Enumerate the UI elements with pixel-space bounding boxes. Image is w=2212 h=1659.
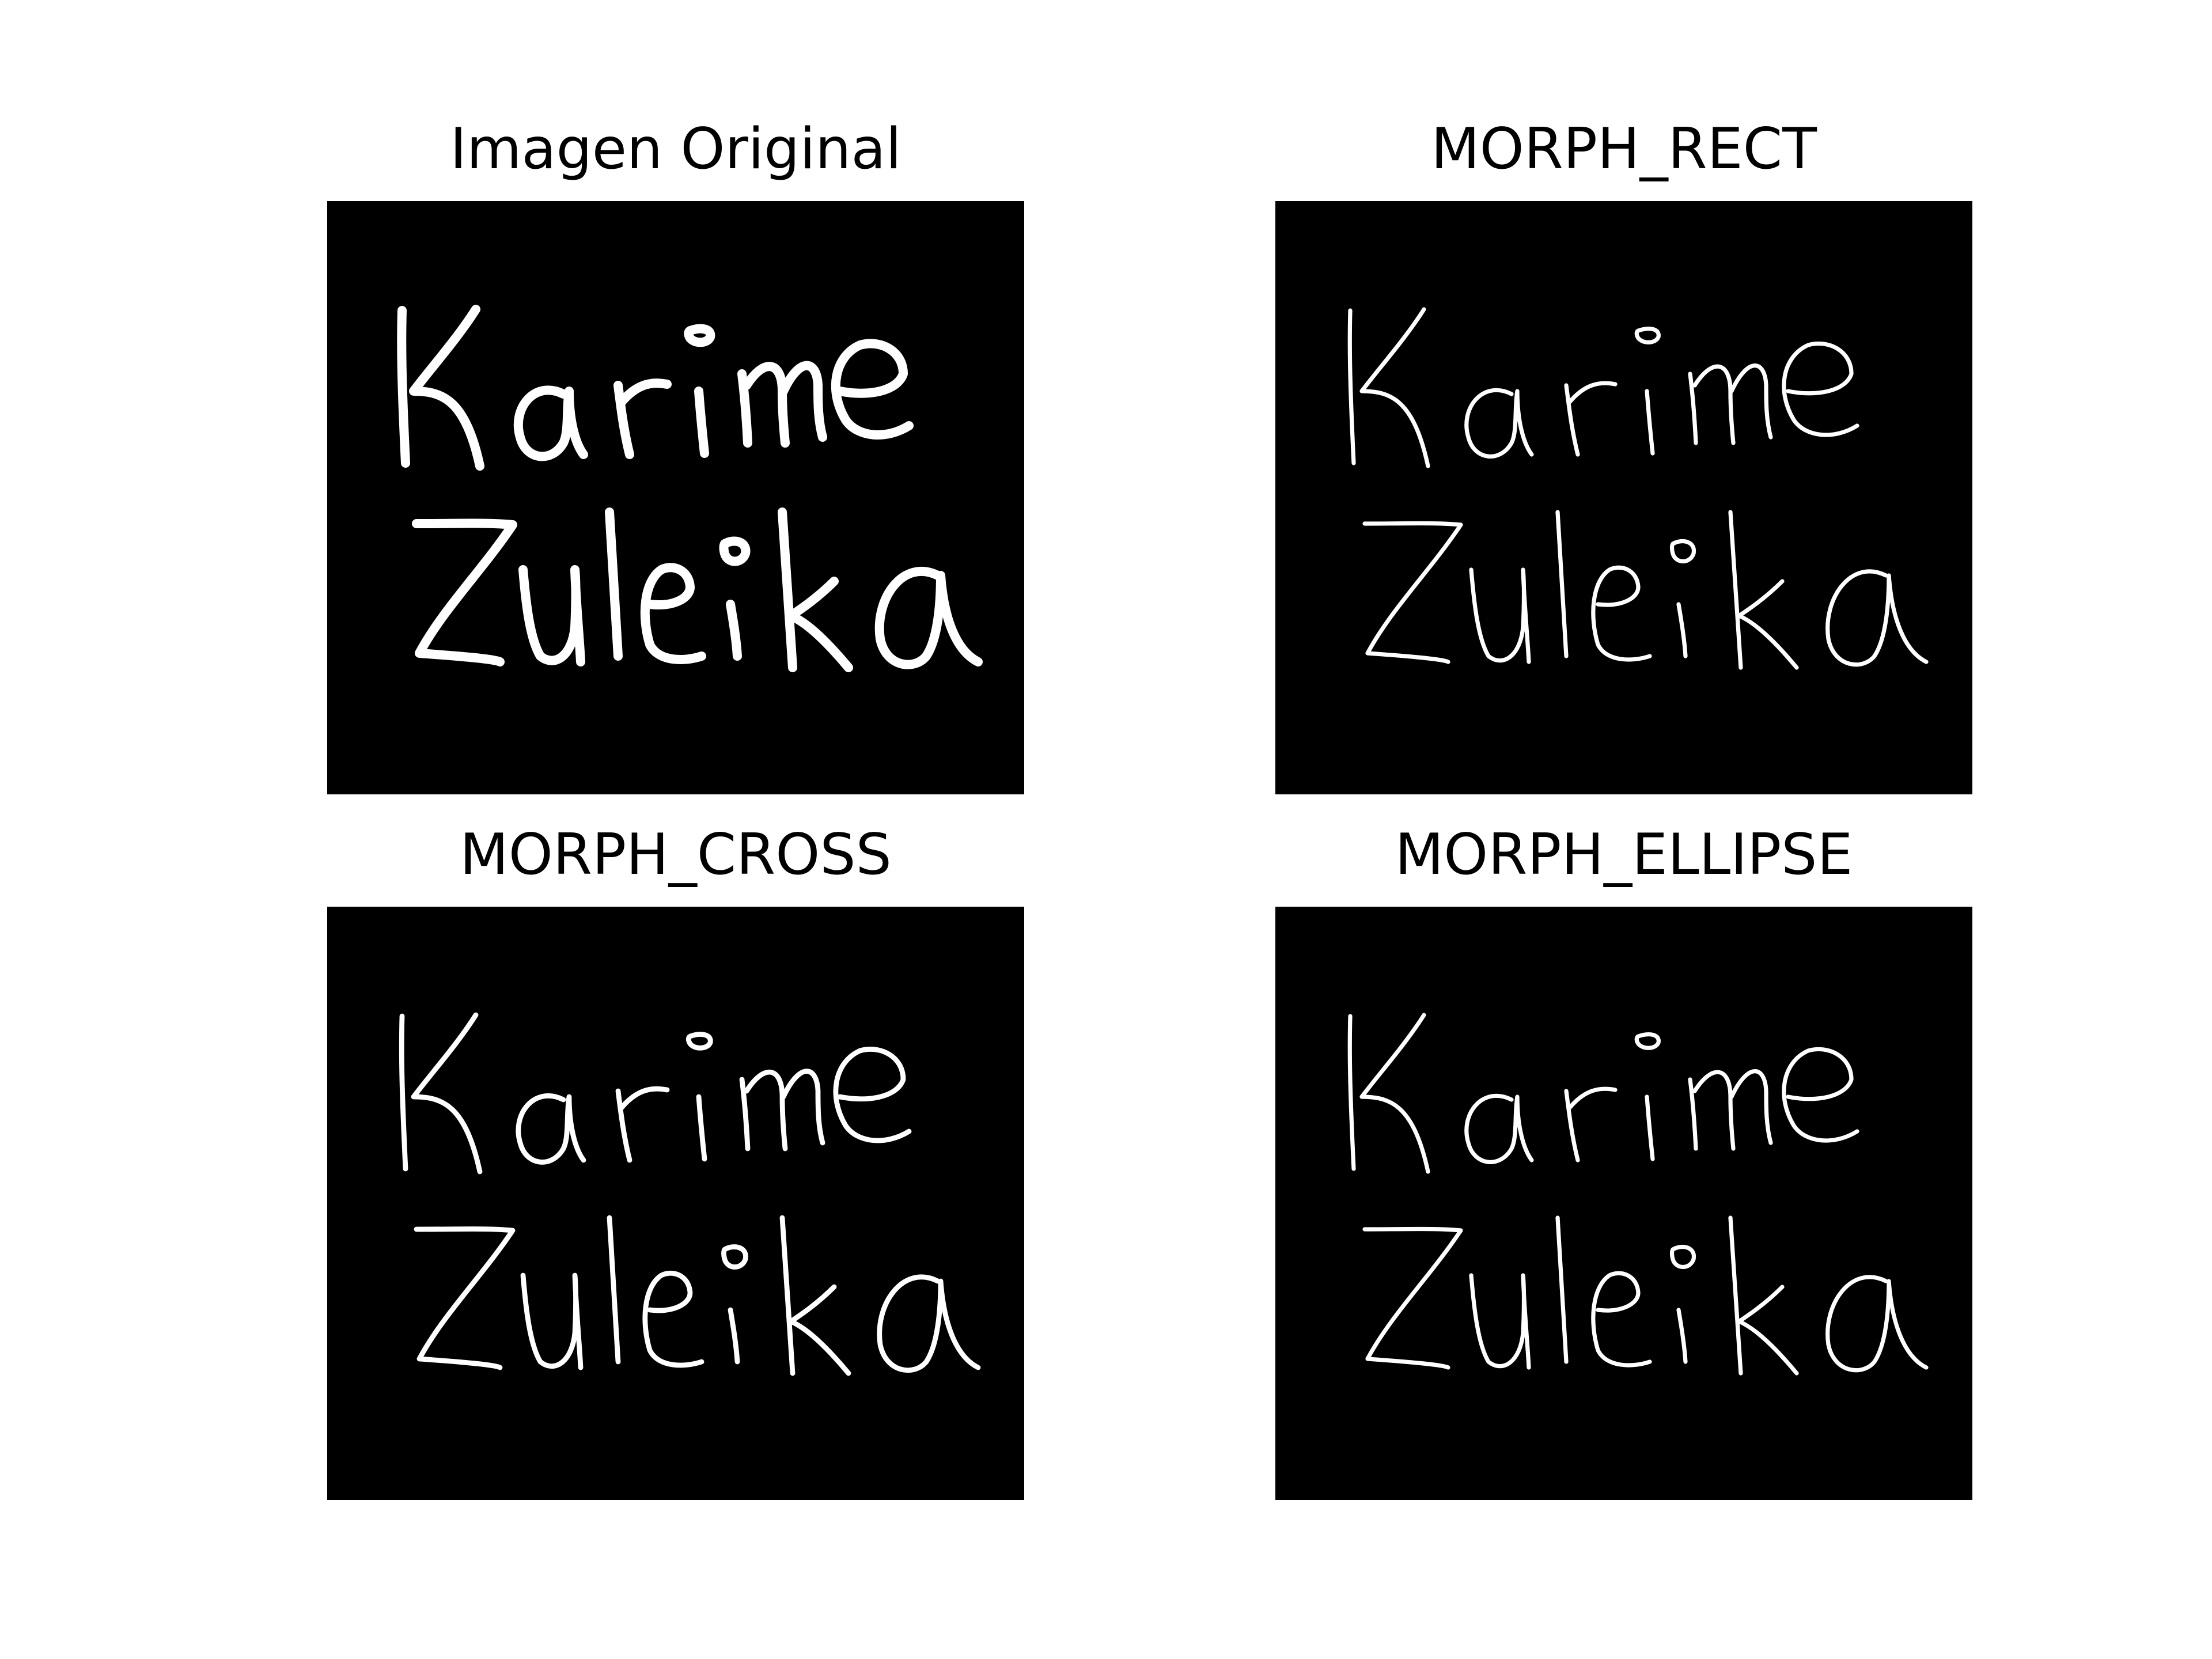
ink-stroke xyxy=(1825,569,1929,667)
ink-stroke xyxy=(411,1012,483,1175)
ink-stroke xyxy=(516,1093,586,1165)
handwriting-image xyxy=(327,907,1024,1500)
ink-stroke xyxy=(1634,1032,1661,1161)
ink-stroke xyxy=(642,1271,704,1368)
ink-stroke xyxy=(685,1032,713,1162)
handwriting-image xyxy=(327,201,1024,794)
handwriting-strokes xyxy=(1347,307,1929,670)
ink-stroke xyxy=(874,567,983,669)
ink-stroke xyxy=(1469,567,1531,664)
panel-title: MORPH_ELLIPSE xyxy=(1395,822,1853,888)
ink-stroke xyxy=(684,324,715,458)
ink-stroke xyxy=(1782,1047,1859,1143)
ink-stroke xyxy=(778,507,853,672)
ink-stroke xyxy=(831,339,914,440)
ink-stroke xyxy=(1825,1275,1929,1373)
panel-title: Imagen Original xyxy=(450,116,902,182)
ink-stroke xyxy=(1359,1013,1430,1174)
ink-stroke xyxy=(779,1215,851,1376)
ink-stroke xyxy=(1634,327,1661,456)
ink-stroke xyxy=(615,1086,670,1163)
ink-stroke xyxy=(1669,539,1696,658)
ink-stroke xyxy=(518,565,585,666)
ink-stroke xyxy=(1362,1226,1463,1370)
ink-stroke xyxy=(1555,1215,1569,1364)
ink-stroke xyxy=(412,518,517,666)
ink-stroke xyxy=(1688,363,1773,445)
handwriting-strokes xyxy=(397,305,983,672)
ink-stroke xyxy=(414,1226,516,1370)
ink-stroke xyxy=(640,563,706,664)
ink-stroke xyxy=(1347,1014,1356,1171)
ink-stroke xyxy=(1555,510,1569,658)
ink-stroke xyxy=(605,507,623,661)
handwriting-image xyxy=(1275,201,1972,794)
ink-stroke xyxy=(1782,341,1859,437)
ink-stroke xyxy=(1688,1069,1773,1151)
ink-stroke xyxy=(613,378,672,459)
ink-stroke xyxy=(1591,565,1652,662)
ink-stroke xyxy=(1728,1215,1799,1376)
ink-stroke xyxy=(1564,1086,1618,1162)
ink-stroke xyxy=(399,1013,408,1172)
ink-stroke xyxy=(833,1047,912,1143)
ink-stroke xyxy=(1728,510,1799,670)
ink-stroke xyxy=(737,361,827,448)
ink-stroke xyxy=(520,1272,584,1370)
ink-stroke xyxy=(1591,1271,1652,1368)
ink-stroke xyxy=(513,385,588,461)
ink-stroke xyxy=(877,1274,981,1373)
ink-stroke xyxy=(719,536,751,661)
ink-stroke xyxy=(1362,521,1463,664)
ink-stroke xyxy=(1464,1093,1534,1164)
ink-stroke xyxy=(1464,388,1534,459)
ink-stroke xyxy=(1564,381,1618,457)
ink-stroke xyxy=(397,306,410,468)
handwriting-image xyxy=(1275,907,1972,1500)
ink-stroke xyxy=(1669,1244,1696,1364)
ink-stroke xyxy=(409,305,484,471)
ink-stroke xyxy=(1359,307,1430,468)
ink-stroke xyxy=(607,1215,621,1365)
panel-title: MORPH_CROSS xyxy=(460,822,892,888)
ink-stroke xyxy=(739,1069,825,1152)
panel-title: MORPH_RECT xyxy=(1431,116,1817,182)
handwriting-strokes xyxy=(399,1012,981,1376)
ink-stroke xyxy=(1469,1273,1531,1370)
ink-stroke xyxy=(1347,308,1356,465)
handwriting-strokes xyxy=(1347,1013,1929,1376)
ink-stroke xyxy=(721,1244,748,1365)
